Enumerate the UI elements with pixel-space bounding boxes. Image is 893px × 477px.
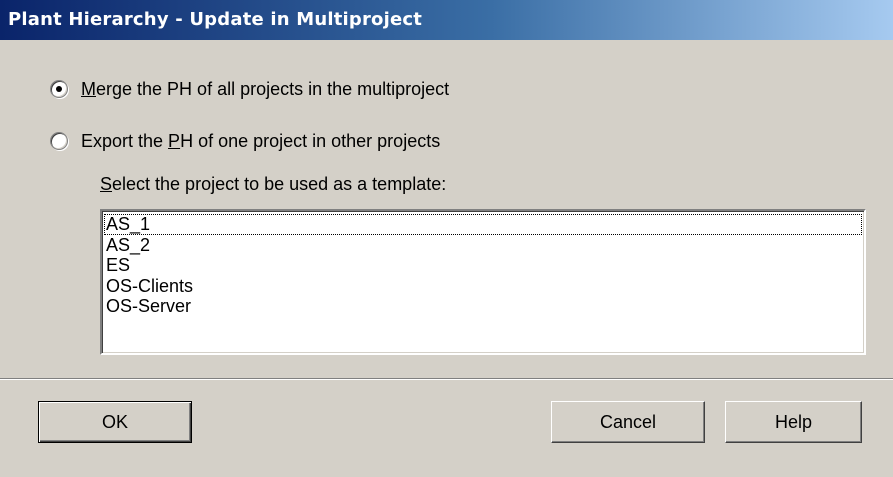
separator — [0, 378, 893, 380]
project-list-item[interactable]: AS_2 — [104, 235, 862, 256]
merge-mnemonic: M — [81, 78, 96, 99]
merge-option[interactable]: Merge the PH of all projects in the mult… — [50, 76, 449, 102]
export-option[interactable]: Export the PH of one project in other pr… — [50, 128, 440, 154]
project-list-item[interactable]: AS_1 — [104, 214, 862, 235]
project-list-item[interactable]: ES — [104, 255, 862, 276]
project-list-item[interactable]: OS-Server — [104, 296, 862, 317]
export-radio[interactable] — [50, 132, 68, 150]
ok-button[interactable]: OK — [38, 401, 192, 443]
merge-label-text: erge the PH of all projects in the multi… — [96, 78, 450, 99]
export-mnemonic: P — [168, 130, 181, 151]
merge-option-label[interactable]: Merge the PH of all projects in the mult… — [81, 79, 449, 100]
merge-radio[interactable] — [50, 80, 68, 98]
template-select-label: Select the project to be used as a templ… — [100, 174, 446, 195]
cancel-button[interactable]: Cancel — [551, 401, 705, 443]
select-mnemonic: S — [100, 174, 113, 194]
help-button[interactable]: Help — [725, 401, 862, 443]
export-label-before: Export the — [81, 130, 169, 151]
window-title: Plant Hierarchy - Update in Multiproject — [8, 9, 423, 30]
project-listbox[interactable]: AS_1 AS_2 ES OS-Clients OS-Server — [100, 209, 866, 355]
title-bar[interactable]: Plant Hierarchy - Update in Multiproject — [0, 0, 893, 40]
export-label-after: H of one project in other projects — [180, 130, 441, 151]
export-option-label[interactable]: Export the PH of one project in other pr… — [81, 131, 440, 152]
select-label-text: elect the project to be used as a templa… — [112, 174, 447, 194]
project-list-item[interactable]: OS-Clients — [104, 276, 862, 297]
